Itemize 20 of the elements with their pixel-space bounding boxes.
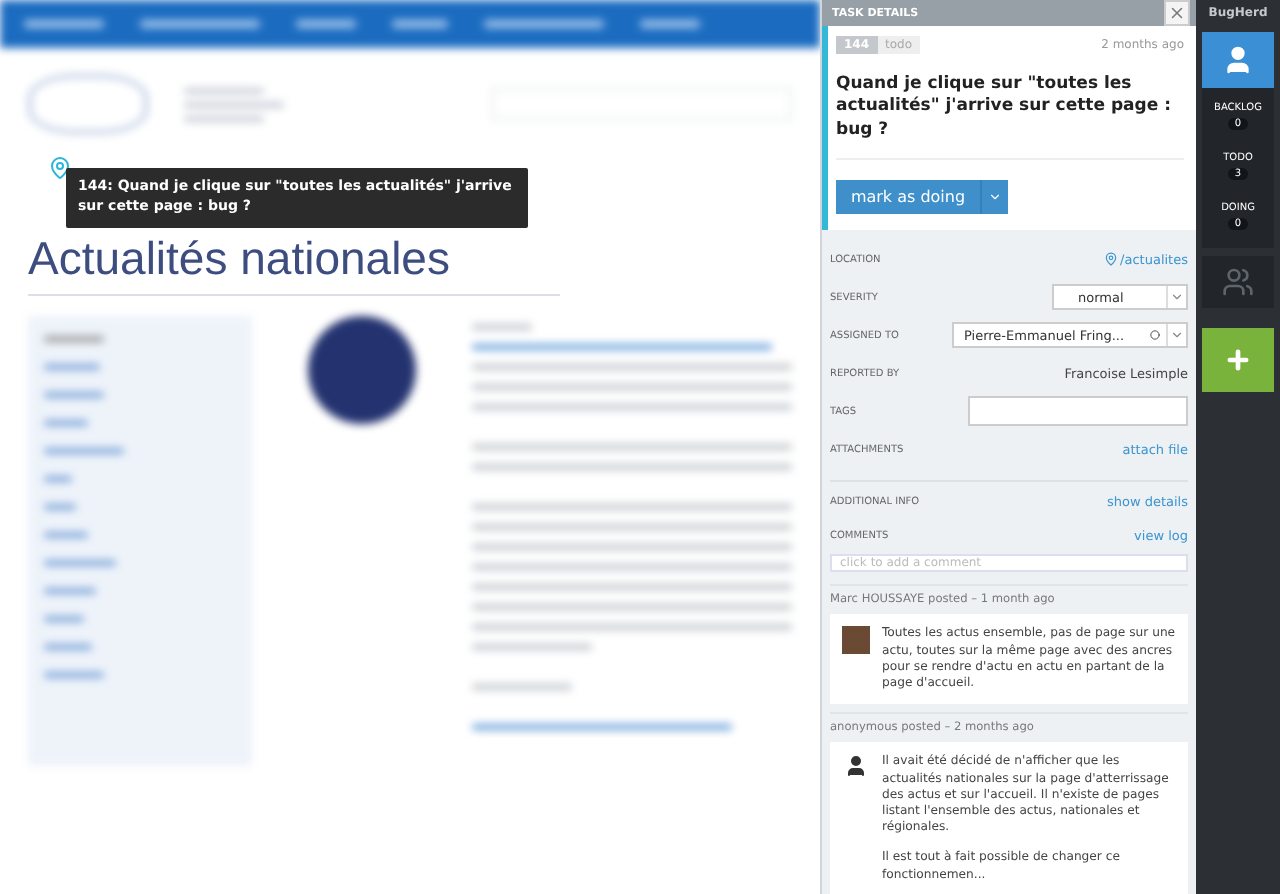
mark-as-doing-button[interactable]: mark as doing (836, 180, 980, 215)
action-dropdown-button[interactable] (980, 180, 1008, 215)
team-view-button[interactable] (1202, 256, 1274, 308)
task-title: Quand je clique sur "toutes les actualités" j'arrive sur cette page : bug ? (836, 74, 1184, 161)
avatar-placeholder (842, 626, 870, 655)
caret-icon (1170, 290, 1184, 305)
clear-icon[interactable] (1150, 330, 1160, 341)
pin-icon (48, 156, 72, 180)
team-icon (1222, 266, 1254, 298)
pin-icon (1104, 252, 1119, 267)
user-icon (1222, 44, 1254, 76)
caret-icon (1170, 328, 1184, 343)
close-button[interactable] (1164, 0, 1190, 26)
close-icon (1168, 4, 1186, 22)
tags-field[interactable] (968, 396, 1188, 427)
user-view-button[interactable] (1202, 32, 1274, 88)
plus-icon (1224, 346, 1252, 374)
caret-icon (988, 190, 1002, 205)
add-task-button[interactable] (1202, 328, 1274, 392)
page-heading: Actualités nationales (28, 232, 452, 286)
